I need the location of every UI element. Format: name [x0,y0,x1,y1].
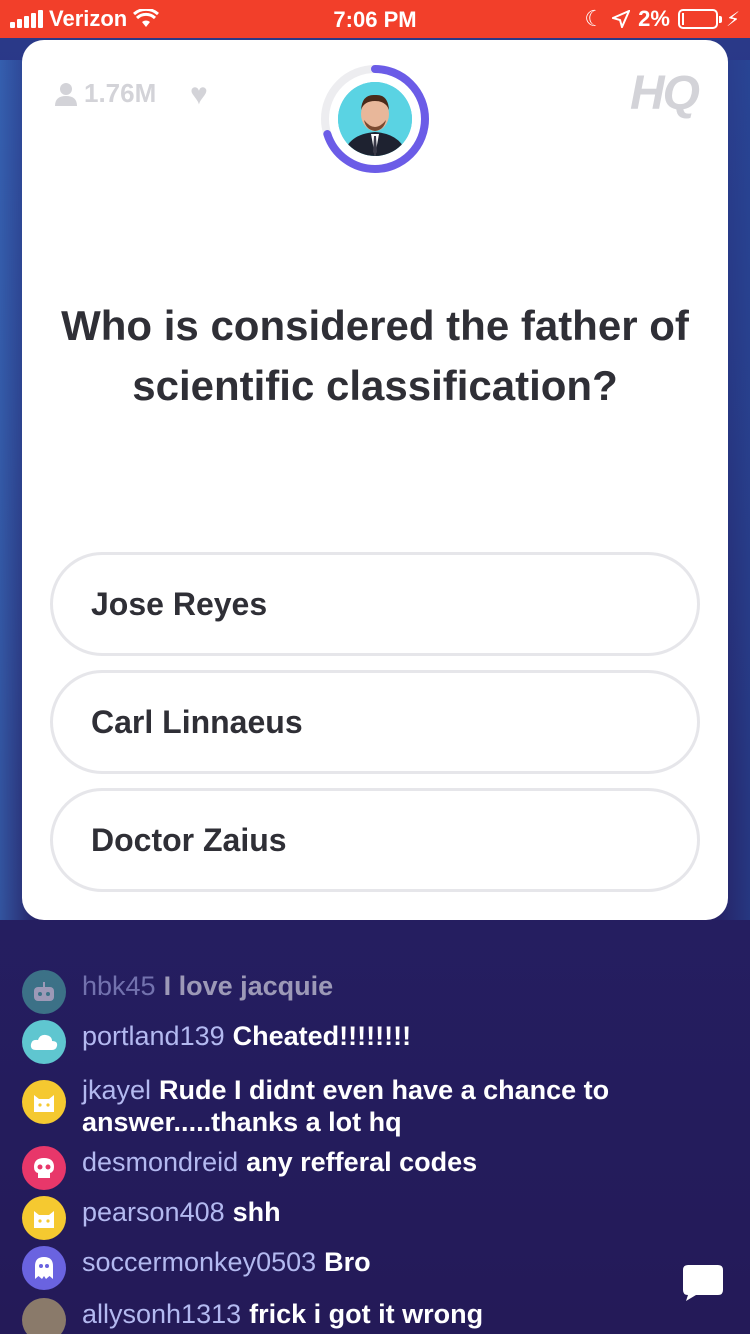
chat-bubble-button[interactable] [682,1264,724,1302]
hq-logo: HQ [630,67,700,120]
chat-message: desmondreid any refferal codes [22,1146,662,1190]
chat-message-text: Bro [324,1247,371,1277]
heart-icon[interactable]: ♥ [190,78,208,112]
chat-message: jkayel Rude I didnt even have a chance to… [22,1074,662,1138]
charging-bolt-icon: ⚡ [725,8,740,31]
chat-username[interactable]: soccermonkey0503 [82,1247,316,1277]
answer-option-1[interactable]: Jose Reyes [50,552,700,656]
chat-username[interactable]: portland139 [82,1021,225,1051]
person-icon [55,82,77,106]
question-card: 1.76M ♥ HQ Who is considered the father … [22,40,728,920]
chat-message-text: I love jacquie [163,971,334,1001]
answer-option-3[interactable]: Doctor Zaius [50,788,700,892]
chat-message: allysonh1313 frick i got it wrong [22,1298,662,1334]
viewer-count: 1.76M [54,78,156,109]
status-right: ☾ 2% ⚡ [584,6,740,32]
chat-message-text: Cheated!!!!!!!! [232,1021,412,1051]
chat-message-text: any refferal codes [246,1147,478,1177]
chat-message: portland139 Cheated!!!!!!!! [22,1020,662,1064]
chat-username[interactable]: pearson408 [82,1197,225,1227]
question-text: Who is considered the father of scientif… [61,302,689,409]
chat-message: hbk45 I love jacquie [22,970,662,1014]
moon-icon: ☾ [584,6,605,31]
cat-icon [22,1196,66,1240]
ghost-icon [22,1246,66,1290]
battery-percent: 2% [638,6,670,31]
chat-message: pearson408 shh [22,1196,662,1240]
chat-message-text: shh [232,1197,281,1227]
battery-icon [677,9,722,29]
status-bar: Verizon 7:06 PM ☾ 2% ⚡ [0,0,750,38]
location-arrow-icon [612,10,631,28]
chat-message: soccermonkey0503 Bro [22,1246,662,1290]
chat-username[interactable]: allysonh1313 [82,1299,241,1329]
cloud-icon [22,1020,66,1064]
user-photo-avatar [22,1298,66,1334]
answer-option-2[interactable]: Carl Linnaeus [50,670,700,774]
host-avatar [338,82,412,156]
skull-icon [22,1146,66,1190]
viewer-count-label: 1.76M [84,78,157,108]
chat-message-text: Rude I didnt even have a chance to answe… [82,1075,610,1137]
chat-bubble-icon [683,1265,723,1301]
cat-icon [22,1080,66,1124]
chat-message-text: frick i got it wrong [249,1299,484,1329]
chat-username[interactable]: hbk45 [82,971,156,1001]
chat-username[interactable]: jkayel [82,1075,151,1105]
chat-username[interactable]: desmondreid [82,1147,238,1177]
host-timer [318,62,432,176]
robot-icon [22,970,66,1014]
